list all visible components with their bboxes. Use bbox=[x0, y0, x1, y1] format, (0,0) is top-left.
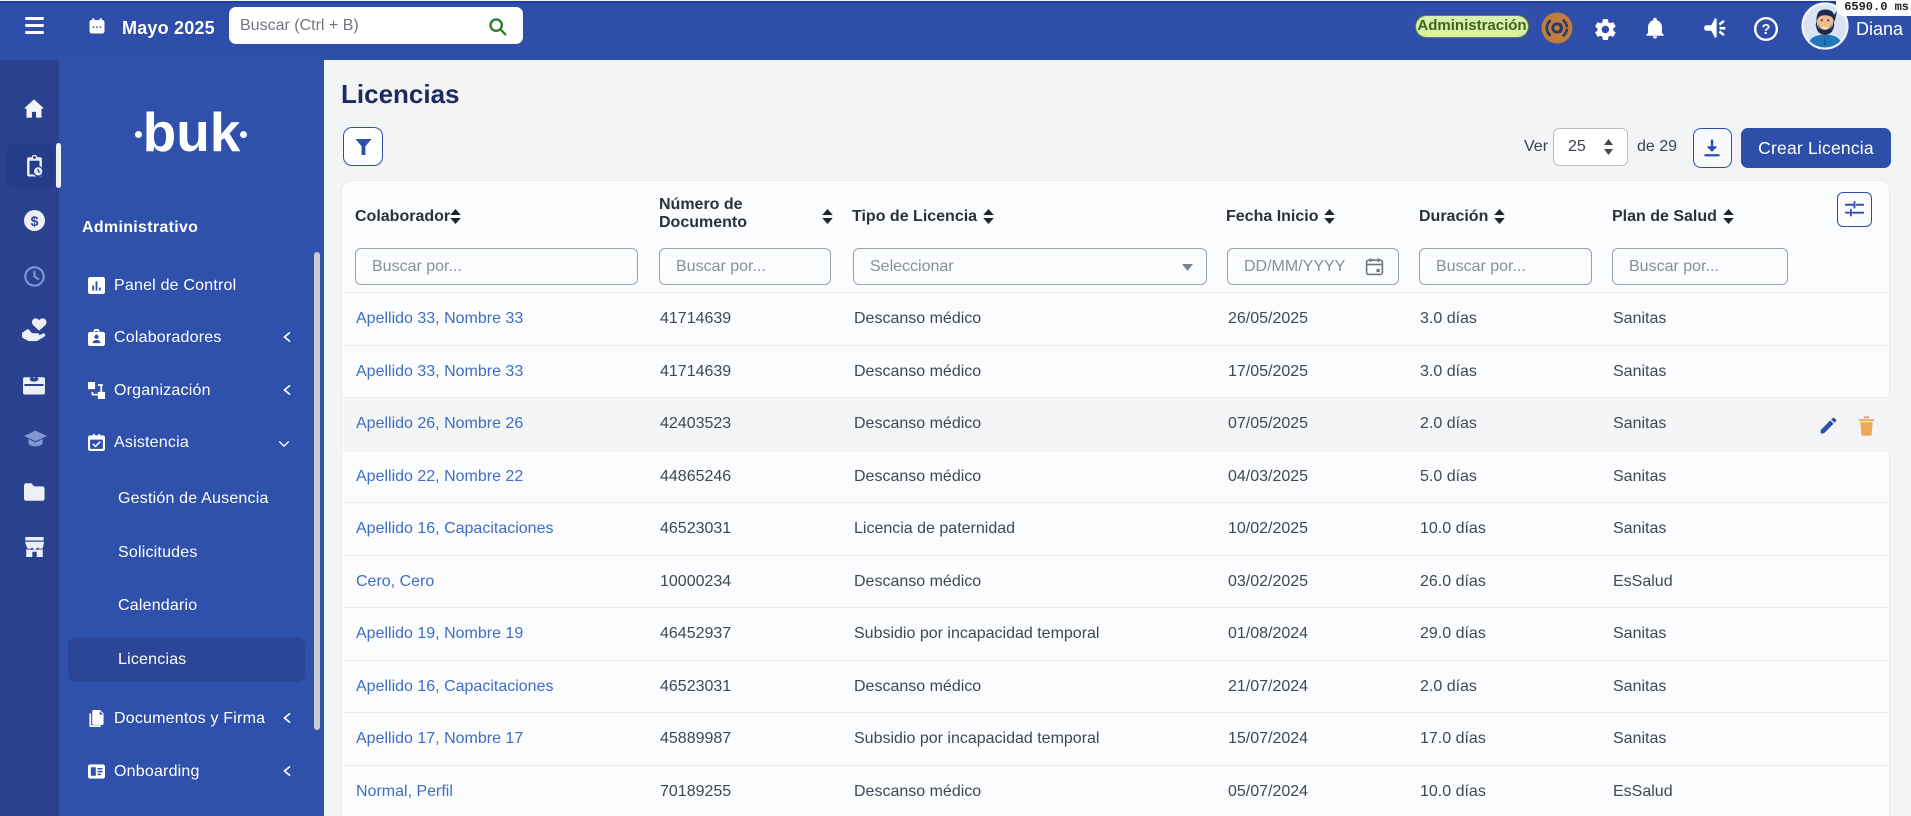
svg-text:?: ? bbox=[1762, 22, 1771, 38]
svg-text:$: $ bbox=[31, 213, 39, 229]
